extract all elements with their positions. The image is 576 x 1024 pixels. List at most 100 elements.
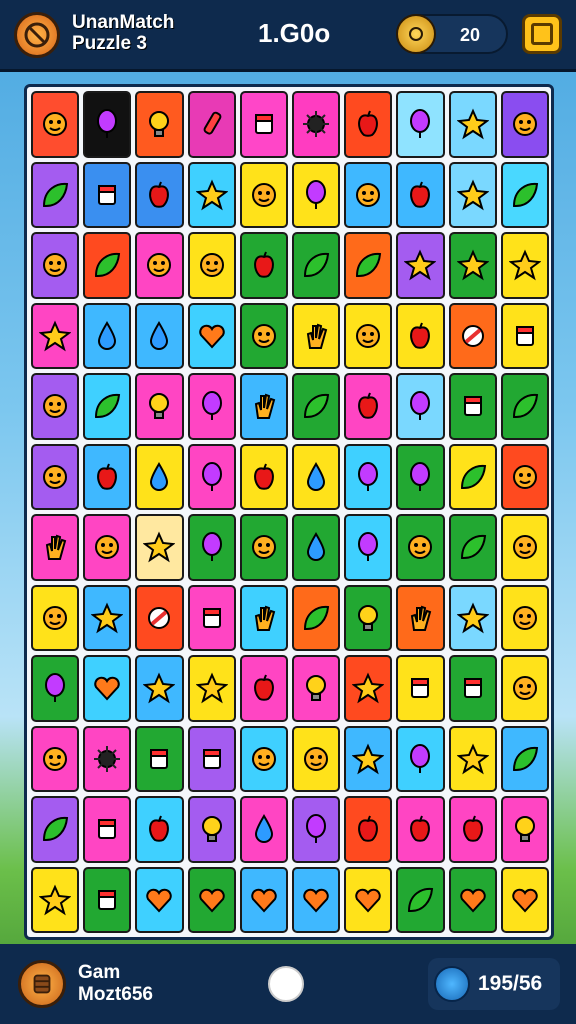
game-tile[interactable] [448, 584, 497, 651]
game-tile[interactable] [83, 655, 132, 722]
menu-button[interactable] [522, 14, 562, 54]
game-tile[interactable] [292, 161, 341, 228]
game-tile[interactable] [187, 443, 236, 510]
game-tile[interactable] [135, 514, 184, 581]
game-tile[interactable] [31, 584, 80, 651]
game-tile[interactable] [239, 796, 288, 863]
game-tile[interactable] [83, 514, 132, 581]
game-tile[interactable] [31, 302, 80, 369]
game-tile[interactable] [83, 443, 132, 510]
game-tile[interactable] [292, 796, 341, 863]
game-tile[interactable] [135, 302, 184, 369]
game-tile[interactable] [396, 796, 445, 863]
game-tile[interactable] [31, 655, 80, 722]
game-tile[interactable] [448, 866, 497, 933]
game-tile[interactable] [500, 373, 549, 440]
game-tile[interactable] [239, 161, 288, 228]
game-tile[interactable] [344, 725, 393, 792]
game-tile[interactable] [292, 302, 341, 369]
game-tile[interactable] [83, 232, 132, 299]
game-tile[interactable] [135, 655, 184, 722]
game-tile[interactable] [500, 232, 549, 299]
game-tile[interactable] [344, 302, 393, 369]
game-tile[interactable] [344, 373, 393, 440]
game-tile[interactable] [500, 584, 549, 651]
game-tile[interactable] [239, 373, 288, 440]
game-tile[interactable] [83, 91, 132, 158]
game-tile[interactable] [135, 443, 184, 510]
game-tile[interactable] [83, 796, 132, 863]
game-tile[interactable] [396, 443, 445, 510]
game-tile[interactable] [344, 866, 393, 933]
game-tile[interactable] [448, 91, 497, 158]
no-symbol-icon[interactable] [14, 12, 60, 58]
game-tile[interactable] [292, 655, 341, 722]
game-tile[interactable] [500, 725, 549, 792]
game-tile[interactable] [344, 91, 393, 158]
game-tile[interactable] [31, 232, 80, 299]
game-tile[interactable] [239, 584, 288, 651]
game-tile[interactable] [239, 91, 288, 158]
game-tile[interactable] [187, 161, 236, 228]
game-tile[interactable] [292, 373, 341, 440]
game-tile[interactable] [344, 655, 393, 722]
game-tile[interactable] [83, 584, 132, 651]
game-tile[interactable] [292, 91, 341, 158]
game-tile[interactable] [31, 161, 80, 228]
game-tile[interactable] [135, 161, 184, 228]
game-tile[interactable] [396, 91, 445, 158]
game-tile[interactable] [396, 302, 445, 369]
game-tile[interactable] [135, 796, 184, 863]
game-tile[interactable] [292, 866, 341, 933]
game-tile[interactable] [83, 302, 132, 369]
game-tile[interactable] [448, 514, 497, 581]
game-tile[interactable] [239, 514, 288, 581]
game-tile[interactable] [187, 796, 236, 863]
game-tile[interactable] [448, 161, 497, 228]
game-tile[interactable] [500, 796, 549, 863]
game-tile[interactable] [396, 514, 445, 581]
game-tile[interactable] [344, 584, 393, 651]
game-tile[interactable] [500, 443, 549, 510]
game-tile[interactable] [500, 161, 549, 228]
game-tile[interactable] [135, 232, 184, 299]
game-tile[interactable] [187, 866, 236, 933]
game-tile[interactable] [187, 91, 236, 158]
game-tile[interactable] [396, 232, 445, 299]
game-tile[interactable] [135, 866, 184, 933]
game-tile[interactable] [396, 584, 445, 651]
game-tile[interactable] [187, 232, 236, 299]
game-tile[interactable] [239, 232, 288, 299]
game-tile[interactable] [31, 796, 80, 863]
game-tile[interactable] [31, 725, 80, 792]
game-tile[interactable] [396, 161, 445, 228]
game-tile[interactable] [135, 584, 184, 651]
game-tile[interactable] [344, 232, 393, 299]
game-tile[interactable] [344, 514, 393, 581]
game-tile[interactable] [83, 373, 132, 440]
game-tile[interactable] [239, 725, 288, 792]
game-tile[interactable] [292, 725, 341, 792]
game-tile[interactable] [500, 91, 549, 158]
game-tile[interactable] [239, 866, 288, 933]
game-tile[interactable] [135, 91, 184, 158]
game-tile[interactable] [187, 514, 236, 581]
game-tile[interactable] [187, 725, 236, 792]
game-tile[interactable] [448, 443, 497, 510]
game-tile[interactable] [83, 725, 132, 792]
game-tile[interactable] [292, 584, 341, 651]
game-tile[interactable] [135, 725, 184, 792]
game-tile[interactable] [448, 796, 497, 863]
game-tile[interactable] [31, 866, 80, 933]
game-tile[interactable] [31, 91, 80, 158]
game-tile[interactable] [31, 514, 80, 581]
game-tile[interactable] [31, 373, 80, 440]
game-tile[interactable] [187, 373, 236, 440]
game-tile[interactable] [292, 232, 341, 299]
game-tile[interactable] [344, 161, 393, 228]
game-tile[interactable] [292, 514, 341, 581]
game-tile[interactable] [292, 443, 341, 510]
game-tile[interactable] [239, 443, 288, 510]
barrel-icon[interactable] [18, 960, 66, 1008]
game-tile[interactable] [500, 655, 549, 722]
